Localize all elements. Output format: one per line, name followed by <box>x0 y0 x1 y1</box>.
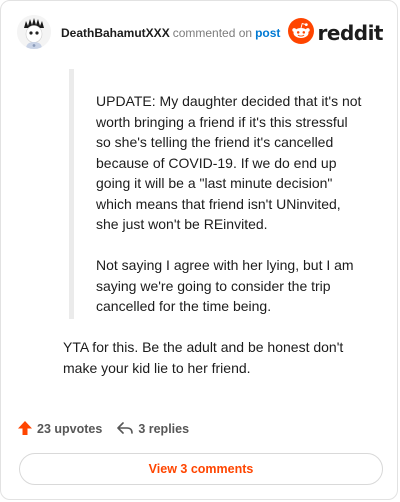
reply-arrow-icon <box>116 420 134 439</box>
quote-paragraph: UPDATE: My daughter decided that it's no… <box>96 93 362 232</box>
comment-body: YTA for this. Be the adult and be honest… <box>63 339 344 376</box>
username-link[interactable]: DeathBahamutXXX <box>61 26 170 40</box>
quote-paragraph: Not saying I agree with her lying, but I… <box>96 257 354 314</box>
reply-count: 3 replies <box>138 422 190 436</box>
commented-on-text: commented on <box>172 26 253 40</box>
avatar[interactable] <box>17 15 51 49</box>
reddit-wordmark: reddit <box>317 21 384 45</box>
comment-meta: DeathBahamutXXX commented on post <box>61 26 280 40</box>
view-comments-button[interactable]: View 3 comments <box>19 453 383 485</box>
quoted-text-block: UPDATE: My daughter decided that it's no… <box>69 69 361 319</box>
upvote-arrow-icon <box>17 420 33 439</box>
comment-actions: 23 upvotes 3 replies <box>17 417 189 441</box>
reddit-snoo-icon <box>287 17 314 49</box>
post-link[interactable]: post <box>255 26 280 40</box>
comment-header: DeathBahamutXXX commented on post reddit <box>17 15 385 51</box>
reply-button[interactable]: 3 replies <box>116 420 189 439</box>
quoted-text: UPDATE: My daughter decided that it's no… <box>96 91 366 337</box>
upvote-button[interactable]: 23 upvotes <box>17 420 102 439</box>
upvote-count: 23 upvotes <box>37 422 103 436</box>
reddit-brand[interactable]: reddit <box>287 17 384 49</box>
comment-card: DeathBahamutXXXcommented onpost reddit <box>0 0 398 500</box>
